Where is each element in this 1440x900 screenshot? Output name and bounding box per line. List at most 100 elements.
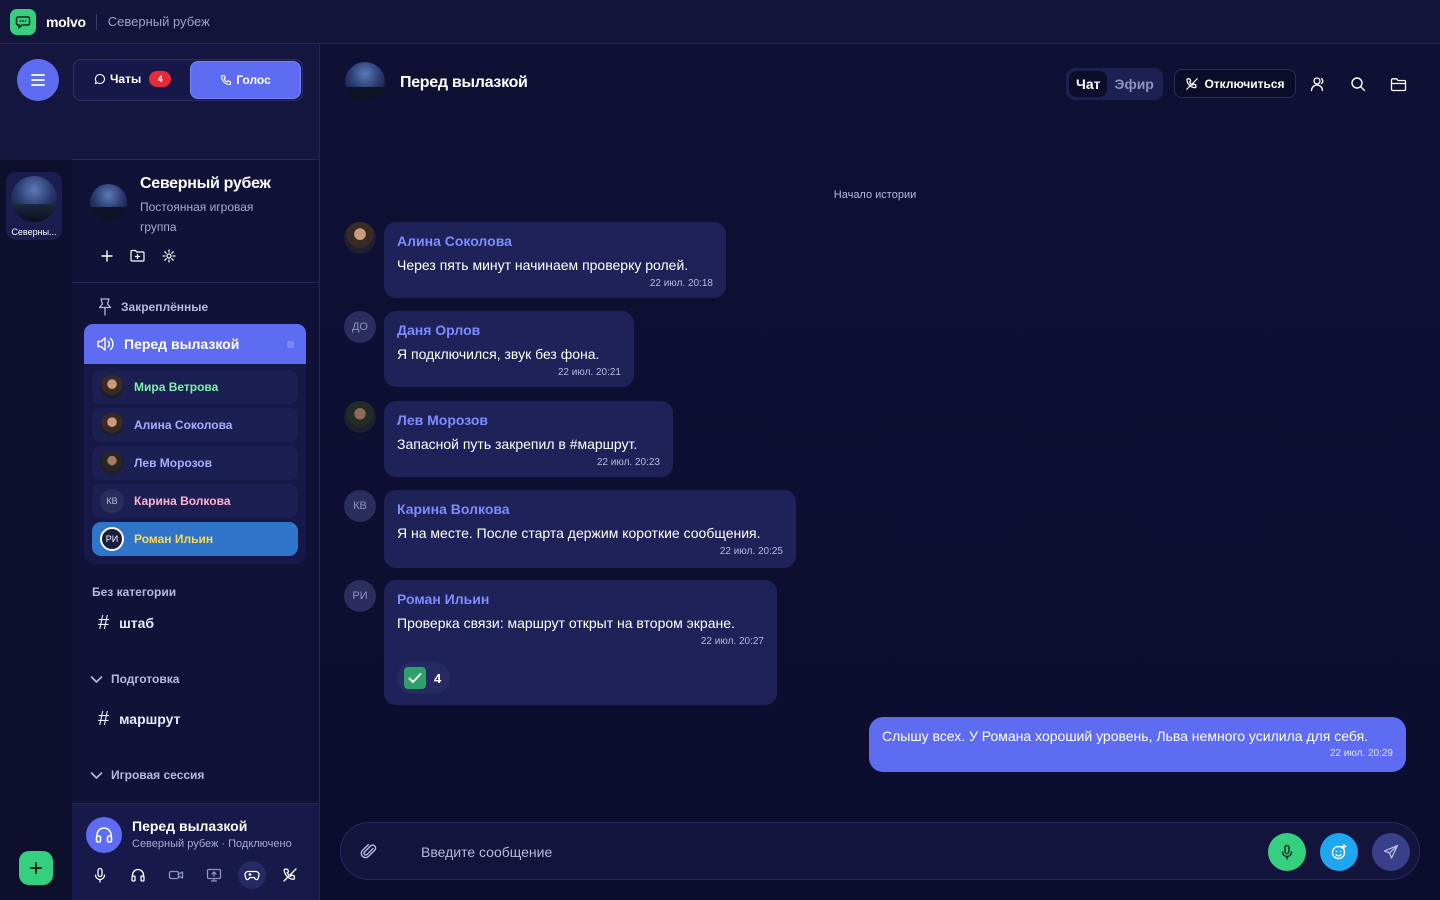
gamepad-icon (244, 870, 260, 881)
chat-logo-icon (10, 8, 36, 35)
message-time: 22 июл. 20:25 (719, 546, 783, 557)
chat-header: Перед вылазкой Чат Эфир Отключиться (320, 44, 1440, 124)
chats-mode-button[interactable]: Чаты 4 (94, 71, 172, 87)
message-text: Через пять минут начинаем проверку ролей… (397, 257, 689, 273)
rail-header (0, 44, 72, 160)
message-time: 22 июл. 20:18 (649, 278, 713, 289)
server-item-label: Северны... (11, 227, 57, 237)
activity-button[interactable] (238, 861, 266, 889)
phone-icon (221, 74, 232, 86)
voice-panel-status: Северный рубеж · Подключено (132, 838, 292, 850)
add-channel-button[interactable] (98, 247, 115, 264)
brand-name: molvo (46, 13, 86, 30)
hash-icon: # (98, 612, 110, 634)
microphone-icon (94, 867, 106, 883)
plus-icon (100, 249, 113, 262)
category-toggle[interactable]: Подготовка (90, 672, 179, 686)
message-text: Запасной путь закрепил в #маршрут. (397, 436, 638, 452)
smile-plus-icon (1331, 843, 1347, 860)
send-button[interactable] (1372, 833, 1410, 871)
category-label: Игровая сессия (111, 768, 205, 782)
participant-item[interactable]: Мира Ветрова (92, 370, 298, 404)
message-text: Я на месте. После старта держим короткие… (397, 525, 761, 541)
text-channel-item[interactable]: # штаб (98, 613, 154, 633)
menu-button[interactable] (17, 59, 59, 101)
paperclip-icon (360, 843, 377, 859)
avatar: РИ (100, 527, 124, 551)
speaker-icon (97, 337, 114, 351)
voice-mode-button[interactable]: Голос (191, 62, 300, 98)
message-input[interactable] (421, 839, 1261, 865)
history-start-label: Начало истории (833, 189, 917, 201)
chats-mode-label: Чаты (110, 72, 142, 86)
hamburger-icon (31, 74, 45, 86)
participant-name: Алина Соколова (134, 418, 233, 432)
members-button[interactable] (1308, 74, 1328, 94)
tab-live[interactable]: Эфир (1107, 71, 1160, 97)
text-channel-item[interactable]: # маршрут (98, 709, 180, 729)
avatar: ДО (344, 311, 376, 343)
server-avatar (90, 184, 127, 221)
voice-channel-item[interactable]: Перед вылазкой (84, 324, 306, 364)
server-item-severny[interactable]: Северны... (6, 172, 62, 240)
divider (72, 282, 319, 283)
folder-icon (1390, 77, 1406, 91)
message-author[interactable]: Лев Морозов (397, 412, 660, 428)
chevron-down-icon (90, 675, 103, 683)
folder-plus-icon (130, 249, 145, 262)
deafen-button[interactable] (124, 861, 152, 889)
message-author[interactable]: Карина Волкова (397, 501, 783, 517)
server-avatar (11, 176, 57, 222)
disconnect-call-button[interactable] (276, 861, 304, 889)
participant-item-speaking[interactable]: РИ Роман Ильин (92, 522, 298, 556)
message-bubble: Даня Орлов Я подключился, звук без фона.… (384, 311, 634, 387)
channel-sidebar: Чаты 4 Голос Северный рубеж Постоянная и… (72, 44, 320, 900)
mute-microphone-button[interactable] (86, 861, 114, 889)
video-camera-icon (168, 870, 184, 880)
avatar: КВ (100, 489, 124, 513)
message-author[interactable]: Алина Соколова (397, 233, 713, 249)
attach-button[interactable] (359, 842, 379, 862)
view-toggle: Чат Эфир (1066, 68, 1163, 100)
check-mark-icon (404, 667, 426, 689)
tab-chat[interactable]: Чат (1069, 71, 1108, 97)
participant-name: Лев Морозов (134, 456, 213, 470)
message-author[interactable]: Даня Орлов (397, 322, 621, 338)
search-button[interactable] (1348, 74, 1368, 94)
message-time: 22 июл. 20:27 (700, 636, 764, 647)
server-settings-button[interactable] (160, 247, 177, 264)
voice-participants: Мира Ветрова Алина Соколова Лев Морозов … (84, 364, 306, 564)
disconnect-button[interactable]: Отключиться (1174, 69, 1296, 98)
participant-item[interactable]: Алина Соколова (92, 408, 298, 442)
pinned-label-text: Закреплённые (121, 300, 209, 314)
files-button[interactable] (1388, 74, 1408, 94)
headphones-icon (86, 817, 122, 853)
category-toggle[interactable]: Игровая сессия (90, 768, 204, 782)
mode-header: Чаты 4 Голос (72, 44, 319, 160)
camera-button[interactable] (162, 861, 190, 889)
participant-item[interactable]: КВ Карина Волкова (92, 484, 298, 518)
send-icon (1383, 844, 1399, 859)
disconnect-label: Отключиться (1204, 76, 1285, 91)
pinned-section-label: Закреплённые (96, 297, 208, 317)
avatar (100, 413, 124, 437)
chevron-down-icon (90, 771, 103, 779)
title-divider (95, 13, 97, 30)
add-server-button[interactable] (19, 851, 53, 885)
mode-switch: Чаты 4 Голос (73, 59, 303, 101)
participant-item[interactable]: Лев Морозов (92, 446, 298, 480)
unread-badge: 4 (149, 71, 172, 87)
screen-share-button[interactable] (200, 861, 228, 889)
voice-channel-label: Перед вылазкой (124, 336, 240, 352)
server-rail: Северны... (0, 44, 72, 900)
message-author[interactable]: Роман Ильин (397, 591, 764, 607)
voice-message-button[interactable] (1268, 833, 1306, 871)
add-folder-button[interactable] (129, 247, 146, 264)
search-icon (1351, 77, 1366, 92)
reaction-chip[interactable]: 4 (397, 662, 451, 694)
message-text: Проверка связи: маршрут открыт на втором… (397, 615, 735, 631)
emoji-button[interactable] (1320, 833, 1358, 871)
voice-mode-label: Голос (236, 73, 271, 87)
avatar (344, 401, 376, 433)
window-title: Северный рубеж (107, 14, 210, 29)
